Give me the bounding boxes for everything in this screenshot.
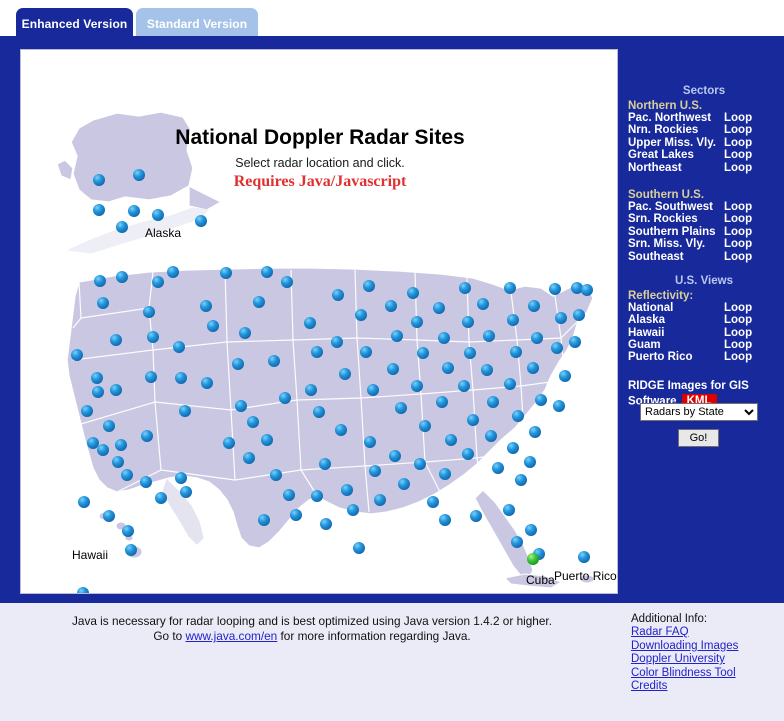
- additional-info: Additional Info: Radar FAQ Downloading I…: [624, 603, 784, 721]
- sidebar: Sectors Northern U.S. Pac. Northwest Loo…: [624, 72, 784, 639]
- sidebar-label-pac-northwest[interactable]: Pac. Northwest: [628, 112, 724, 124]
- sidebar-loop-northeast[interactable]: Loop: [724, 162, 752, 174]
- go-button[interactable]: Go!: [678, 429, 719, 447]
- sidebar-item-puerto-rico[interactable]: Puerto Rico Loop: [624, 351, 784, 363]
- sidebar-heading-sectors: Sectors: [682, 85, 726, 97]
- sidebar-item-great-lakes[interactable]: Great Lakes Loop: [624, 149, 784, 161]
- sidebar-item-alaska[interactable]: Alaska Loop: [624, 314, 784, 326]
- sidebar-loop-hawaii[interactable]: Loop: [724, 327, 752, 339]
- sidebar-label-upper-miss-vly[interactable]: Upper Miss. Vly.: [628, 137, 724, 149]
- sidebar-loop-srn-rockies[interactable]: Loop: [724, 213, 752, 225]
- ridge-line-1[interactable]: RIDGE Images for GIS: [628, 379, 784, 394]
- radar-map-panel[interactable]: National Doppler Radar Sites Select rada…: [20, 49, 618, 594]
- sidebar-label-northeast[interactable]: Northeast: [628, 162, 724, 174]
- radar-dot-guam: [77, 587, 89, 593]
- sidebar-label-southeast[interactable]: Southeast: [628, 251, 724, 263]
- sidebar-item-pac-southwest[interactable]: Pac. Southwest Loop: [624, 201, 784, 213]
- java-note-line1: Java is necessary for radar looping and …: [71, 614, 552, 628]
- sidebar-item-upper-miss-vly[interactable]: Upper Miss. Vly. Loop: [624, 137, 784, 149]
- java-note: Java is necessary for radar looping and …: [0, 614, 624, 644]
- link-credits[interactable]: Credits: [631, 680, 784, 694]
- sidebar-label-great-lakes[interactable]: Great Lakes: [628, 149, 724, 161]
- sidebar-loop-srn-miss-vly[interactable]: Loop: [724, 238, 752, 250]
- sidebar-group-northern: Northern U.S.: [628, 100, 703, 112]
- sidebar-loop-national[interactable]: Loop: [724, 302, 752, 314]
- sidebar-item-srn-miss-vly[interactable]: Srn. Miss. Vly. Loop: [624, 238, 784, 250]
- java-note-line2-suffix: for more information regarding Java.: [277, 629, 471, 643]
- sidebar-item-southern-plains[interactable]: Southern Plains Loop: [624, 226, 784, 238]
- sidebar-loop-alaska[interactable]: Loop: [724, 314, 752, 326]
- radars-by-state-select[interactable]: Radars by State: [640, 403, 758, 421]
- sidebar-label-srn-miss-vly[interactable]: Srn. Miss. Vly.: [628, 238, 724, 250]
- sidebar-loop-pac-southwest[interactable]: Loop: [724, 201, 752, 213]
- sidebar-loop-puerto-rico[interactable]: Loop: [724, 351, 752, 363]
- java-note-line2: Go to www.java.com/en for more informati…: [0, 629, 624, 644]
- sidebar-loop-great-lakes[interactable]: Loop: [724, 149, 752, 161]
- sidebar-label-southern-plains[interactable]: Southern Plains: [628, 226, 724, 238]
- sidebar-loop-guam[interactable]: Loop: [724, 339, 752, 351]
- sidebar-loop-pac-northwest[interactable]: Loop: [724, 112, 752, 124]
- link-radar-faq[interactable]: Radar FAQ: [631, 626, 784, 640]
- sidebar-item-southeast[interactable]: Southeast Loop: [624, 251, 784, 263]
- radar-page: Enhanced Version Standard Version Nation…: [0, 0, 784, 721]
- sidebar-item-northeast[interactable]: Northeast Loop: [624, 162, 784, 174]
- sidebar-loop-upper-miss-vly[interactable]: Loop: [724, 137, 752, 149]
- page-title: National Doppler Radar Sites: [175, 126, 465, 149]
- footer-left: Java is necessary for radar looping and …: [0, 603, 624, 721]
- sidebar-item-hawaii[interactable]: Hawaii Loop: [624, 327, 784, 339]
- link-doppler-university[interactable]: Doppler University: [631, 653, 784, 667]
- map-label-alaska: Alaska: [145, 226, 182, 240]
- java-note-line2-prefix: Go to: [153, 629, 186, 643]
- content-frame: National Doppler Radar Sites Select rada…: [0, 36, 784, 603]
- sidebar-loop-southeast[interactable]: Loop: [724, 251, 752, 263]
- link-downloading-images[interactable]: Downloading Images: [631, 640, 784, 654]
- sidebar-group-southern: Southern U.S.: [628, 188, 705, 201]
- tab-bar: Enhanced Version Standard Version: [0, 0, 784, 39]
- sidebar-label-hawaii[interactable]: Hawaii: [628, 327, 724, 339]
- sidebar-group-reflectivity: Reflectivity:: [628, 289, 694, 302]
- footer: Java is necessary for radar looping and …: [0, 603, 784, 721]
- radar-dots-hawaii: [78, 496, 137, 556]
- additional-info-label: Additional Info:: [631, 613, 708, 625]
- sidebar-loop-southern-plains[interactable]: Loop: [724, 226, 752, 238]
- tab-enhanced-label: Enhanced Version: [21, 16, 128, 31]
- java-download-link[interactable]: www.java.com/en: [185, 629, 277, 643]
- sidebar-label-puerto-rico[interactable]: Puerto Rico: [628, 351, 724, 363]
- map-requires-note: Requires Java/Javascript: [233, 173, 407, 190]
- sidebar-label-alaska[interactable]: Alaska: [628, 314, 724, 326]
- sidebar-item-national[interactable]: National Loop: [624, 302, 784, 314]
- radar-dot-puerto-rico: [578, 551, 590, 563]
- sidebar-loop-nrn-rockies[interactable]: Loop: [724, 124, 752, 136]
- sidebar-label-pac-southwest[interactable]: Pac. Southwest: [628, 201, 724, 213]
- radar-dot-cuba: [527, 553, 539, 565]
- sidebar-label-srn-rockies[interactable]: Srn. Rockies: [628, 213, 724, 225]
- map-label-cuba: Cuba: [526, 573, 555, 587]
- link-color-blindness-tool[interactable]: Color Blindness Tool: [631, 667, 784, 681]
- sidebar-label-guam[interactable]: Guam: [628, 339, 724, 351]
- sidebar-item-srn-rockies[interactable]: Srn. Rockies Loop: [624, 213, 784, 225]
- map-label-hawaii: Hawaii: [72, 548, 109, 562]
- tab-standard-version[interactable]: Standard Version: [136, 8, 258, 39]
- sidebar-label-national[interactable]: National: [628, 302, 724, 314]
- sidebar-heading-us-views: U.S. Views: [675, 274, 733, 287]
- map-label-puerto-rico: Puerto Rico: [554, 569, 617, 583]
- sidebar-item-guam[interactable]: Guam Loop: [624, 339, 784, 351]
- map-subtitle: Select radar location and click.: [235, 156, 405, 170]
- tab-enhanced-version[interactable]: Enhanced Version: [16, 8, 133, 39]
- sidebar-label-nrn-rockies[interactable]: Nrn. Rockies: [628, 124, 724, 136]
- sidebar-item-nrn-rockies[interactable]: Nrn. Rockies Loop: [624, 124, 784, 136]
- tab-standard-label: Standard Version: [146, 16, 248, 31]
- sidebar-item-pac-northwest[interactable]: Pac. Northwest Loop: [624, 112, 784, 124]
